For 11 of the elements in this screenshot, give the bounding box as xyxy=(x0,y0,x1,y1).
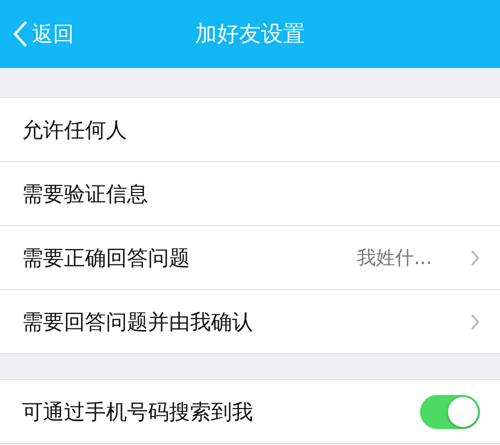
page-title: 加好友设置 xyxy=(195,21,305,49)
option-label: 允许任何人 xyxy=(22,116,128,144)
option-value: 我姓什... xyxy=(356,246,432,270)
toggle-switch[interactable] xyxy=(420,394,480,428)
back-icon xyxy=(12,20,28,48)
option-label: 需要正确回答问题 xyxy=(22,244,191,272)
option-label: 需要回答问题并由我确认 xyxy=(22,308,254,336)
chevron-icon xyxy=(470,312,480,330)
option-label: 需要验证信息 xyxy=(22,180,149,208)
chevron-icon xyxy=(470,248,480,266)
setting-label: 可通过手机号码搜索到我 xyxy=(22,398,254,426)
